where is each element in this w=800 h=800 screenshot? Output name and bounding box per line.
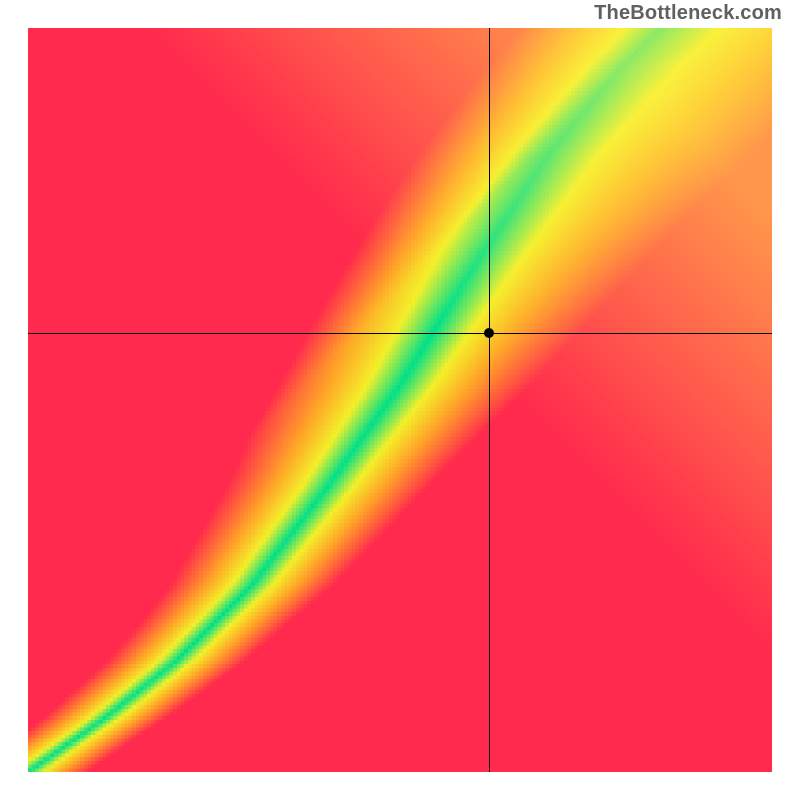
heatmap-plot xyxy=(28,28,772,772)
crosshair-vertical xyxy=(489,28,490,772)
crosshair-horizontal xyxy=(28,333,772,334)
figure-container: TheBottleneck.com xyxy=(0,0,800,800)
watermark-text: TheBottleneck.com xyxy=(594,2,782,25)
heatmap-canvas xyxy=(28,28,772,772)
